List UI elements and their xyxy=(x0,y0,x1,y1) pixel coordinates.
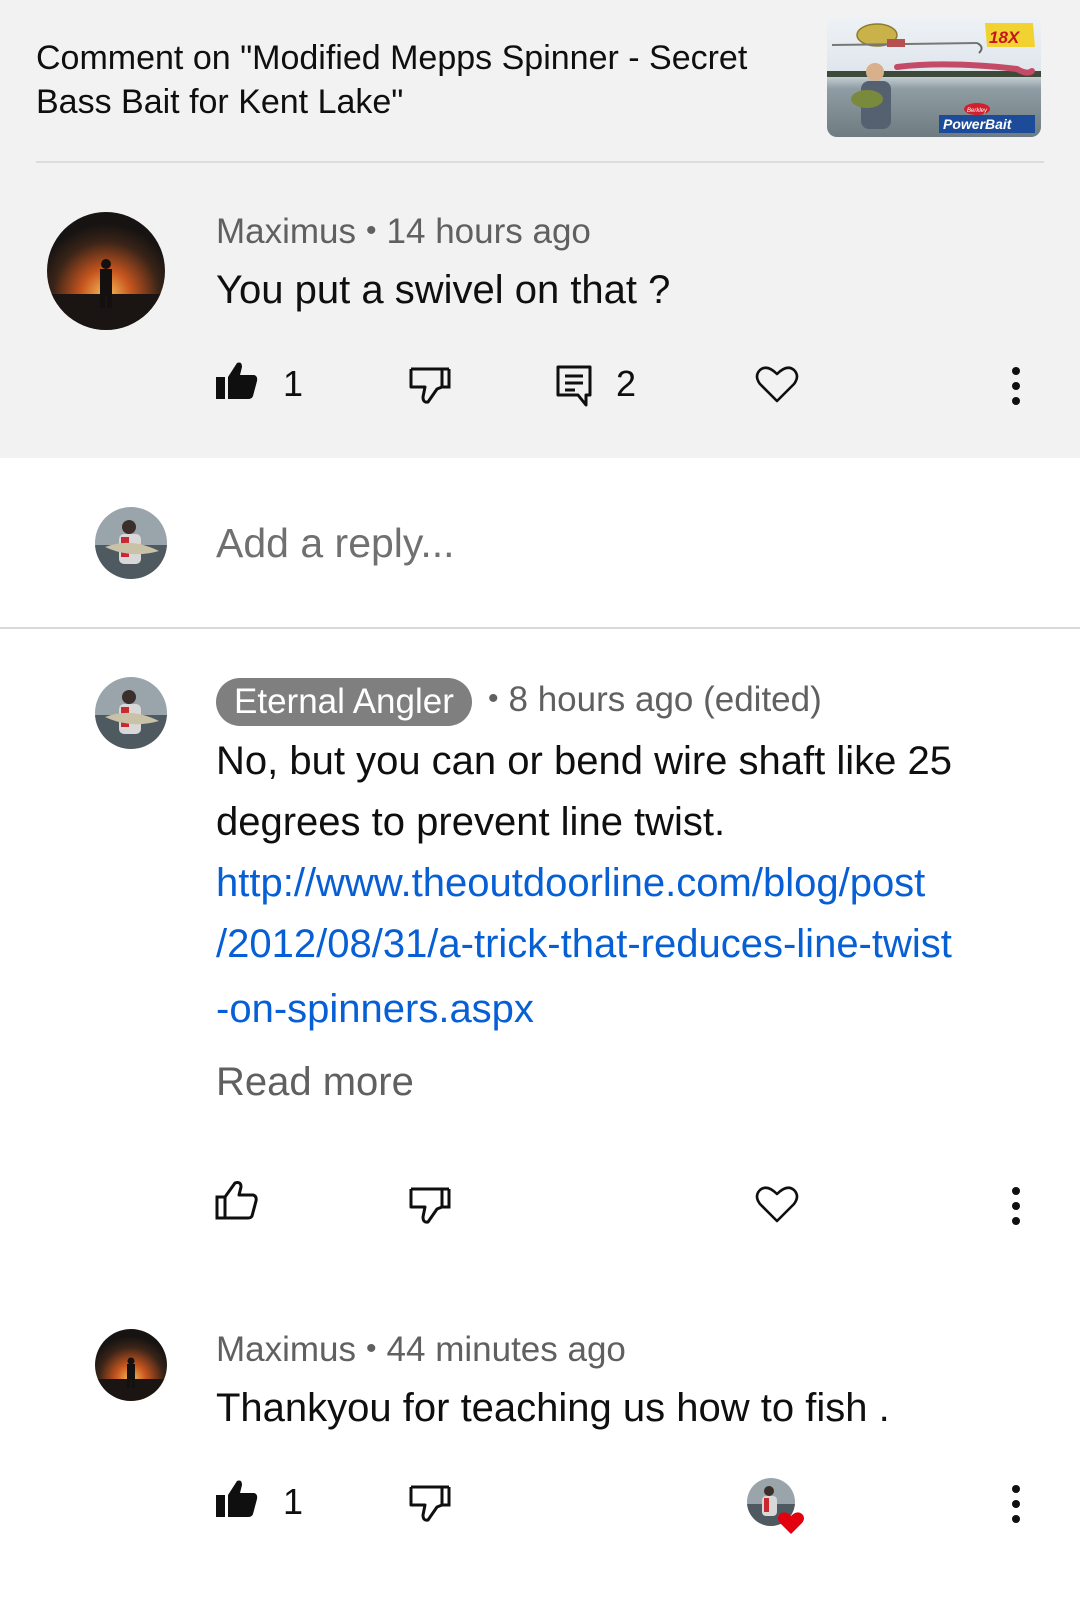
comment-icon[interactable] xyxy=(554,364,594,408)
thumb-down-icon[interactable] xyxy=(407,1480,453,1526)
avatar-image xyxy=(95,1329,167,1401)
reply-divider xyxy=(0,627,1080,629)
reply-time: 44 minutes ago xyxy=(386,1330,626,1369)
reply-count: 2 xyxy=(616,363,637,404)
read-more-link[interactable]: Read more xyxy=(216,1060,414,1105)
thumb-up-outline-icon[interactable] xyxy=(214,1178,260,1224)
reply-text: No, but you can or bend wire shaft like … xyxy=(216,739,952,844)
heart-icon[interactable] xyxy=(754,1182,800,1226)
thumbnail-image: 18X Berkley PowerBait xyxy=(827,17,1041,137)
comment-author[interactable]: Maximus xyxy=(216,212,356,251)
reply-meta: Maximus • 44 minutes ago xyxy=(216,1330,626,1370)
thumbnail-badge: 18X xyxy=(989,28,1021,47)
comment-meta: Maximus • 14 hours ago xyxy=(216,212,591,252)
meta-separator: • xyxy=(366,1332,377,1365)
creator-heart-badge xyxy=(745,1476,811,1538)
thumb-down-icon[interactable] xyxy=(407,362,453,408)
avatar[interactable] xyxy=(95,1329,167,1401)
author-chip[interactable]: Eternal Angler xyxy=(216,678,472,726)
comment-text: You put a swivel on that ? xyxy=(216,268,671,312)
avatar[interactable] xyxy=(95,677,167,749)
avatar-image xyxy=(95,677,167,749)
reply-text: Thankyou for teaching us how to fish . xyxy=(216,1386,890,1430)
thumbnail-brand: PowerBait xyxy=(943,116,1013,132)
more-vert-icon[interactable] xyxy=(1006,1184,1026,1228)
reply-link-line[interactable]: -on-spinners.aspx xyxy=(216,979,534,1040)
more-vert-icon[interactable] xyxy=(1006,1482,1026,1526)
original-comment-panel: Comment on "Modified Mepps Spinner - Sec… xyxy=(0,0,1080,458)
reply-link-line[interactable]: http://www.theoutdoorline.com/blog/post xyxy=(216,853,925,914)
thumb-down-icon[interactable] xyxy=(407,1182,453,1228)
like-count: 1 xyxy=(283,363,304,404)
reply-author[interactable]: Maximus xyxy=(216,1330,356,1369)
comment-time: 14 hours ago xyxy=(386,212,591,251)
thumbnail-brand-small: Berkley xyxy=(967,108,988,114)
meta-separator: • xyxy=(488,682,499,715)
more-vert-icon[interactable] xyxy=(1006,364,1026,408)
reply-link-line[interactable]: /2012/08/31/a-trick-that-reduces-line-tw… xyxy=(216,914,952,975)
avatar-image xyxy=(47,212,165,330)
thumb-up-filled-icon[interactable] xyxy=(214,358,260,404)
header-divider xyxy=(36,161,1044,163)
like-count: 1 xyxy=(283,1481,304,1522)
creator-heart-icon xyxy=(747,1478,804,1534)
page-title: Comment on "Modified Mepps Spinner - Sec… xyxy=(36,39,748,121)
avatar-image xyxy=(95,507,167,579)
heart-icon[interactable] xyxy=(754,362,800,406)
meta-separator: • xyxy=(366,214,377,247)
thumb-up-filled-icon[interactable] xyxy=(214,1476,260,1522)
my-avatar xyxy=(95,507,167,579)
avatar[interactable] xyxy=(47,212,165,330)
video-thumbnail[interactable]: 18X Berkley PowerBait xyxy=(827,17,1041,137)
reply-meta: • 8 hours ago (edited) xyxy=(478,680,822,720)
reply-time: 8 hours ago (edited) xyxy=(508,680,822,719)
add-reply-input[interactable]: Add a reply... xyxy=(216,520,455,567)
